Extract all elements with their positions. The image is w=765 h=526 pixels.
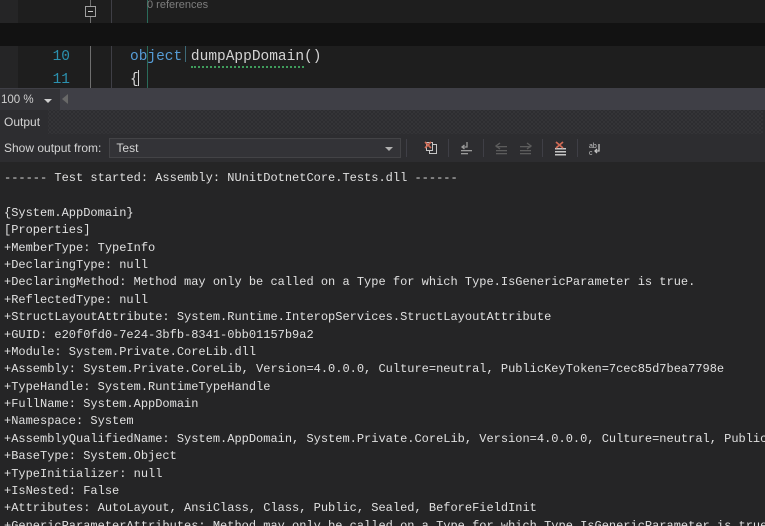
word-wrap-button[interactable]: ab c — [584, 137, 606, 159]
editor-horizontal-scrollbar[interactable]: 100 % — [0, 88, 765, 111]
code-editor[interactable]: 0 references 9 object dumpAppDomain() 10… — [0, 0, 765, 88]
output-line: +ReflectedType: null — [4, 292, 149, 307]
output-line: +FullName: System.AppDomain — [4, 397, 199, 412]
zoom-level-combo[interactable]: 100 % — [0, 89, 61, 111]
svg-text:c: c — [589, 150, 593, 157]
visual-studio-window: 0 references 9 object dumpAppDomain() 10… — [0, 0, 765, 526]
toolbar-separator — [483, 139, 485, 157]
scroll-left-arrow-icon[interactable] — [62, 94, 68, 104]
output-line: +DeclaringMethod: Method may only be cal… — [4, 275, 696, 290]
output-toolbar: Show output from: Test ab c — [0, 134, 765, 162]
outlining-collapse-toggle[interactable] — [85, 6, 96, 17]
output-tab-strip: Output — [0, 110, 765, 134]
panel-drag-gripper[interactable] — [48, 110, 763, 134]
show-output-from-label: Show output from: — [4, 141, 102, 155]
svg-text:ab: ab — [589, 143, 597, 150]
toolbar-separator — [542, 139, 544, 157]
toolbar-separator — [577, 139, 579, 157]
output-line: +Module: System.Private.CoreLib.dll — [4, 344, 257, 359]
toolbar-separator — [406, 139, 408, 157]
output-line: [Properties] — [4, 223, 91, 238]
output-line: +GUID: e20f0fd0-7e24-3bfb-8341-0bb01157b… — [4, 327, 314, 342]
toolbar-separator — [448, 139, 450, 157]
output-line: +GenericParameterAttributes: Method may … — [4, 518, 765, 526]
code-line-12[interactable]: 12 } — [0, 69, 765, 88]
go-to-next-message-icon — [519, 141, 533, 154]
go-to-previous-message-icon — [494, 141, 507, 154]
output-line: {System.AppDomain} — [4, 205, 134, 220]
tab-output[interactable]: Output — [4, 115, 48, 129]
output-line: +TypeHandle: System.RuntimeTypeHandle — [4, 379, 271, 394]
clear-all-icon — [424, 140, 437, 154]
output-line: +BaseType: System.Object — [4, 449, 177, 464]
clear-pane-icon — [554, 140, 566, 155]
output-line: +MemberType: TypeInfo — [4, 240, 156, 255]
output-line: +StructLayoutAttribute: System.Runtime.I… — [4, 310, 552, 325]
output-line: +TypeInitializer: null — [4, 466, 163, 481]
toggle-word-wrap-button[interactable] — [455, 137, 477, 159]
code-line-11[interactable]: 11 return Type.GetType("System.AppDomain… — [0, 46, 765, 88]
go-to-previous-message-button — [490, 137, 512, 159]
output-line: +IsNested: False — [4, 484, 120, 499]
zoom-level-label: 100 % — [1, 94, 34, 106]
chevron-down-icon[interactable] — [44, 99, 52, 103]
output-text-area[interactable]: ------ Test started: Assembly: NUnitDotn… — [0, 162, 765, 526]
output-panel: Output Show output from: Test ab c -----… — [0, 110, 765, 526]
output-source-value: Test — [116, 141, 139, 155]
output-source-select[interactable]: Test — [109, 138, 402, 158]
output-line: ------ Test started: Assembly: NUnitDotn… — [4, 171, 458, 185]
chevron-down-icon[interactable] — [385, 147, 394, 151]
toggle-word-wrap-alt-icon: ab c — [589, 143, 600, 157]
output-line: +DeclaringType: null — [4, 257, 149, 272]
output-line: +Namespace: System — [4, 414, 134, 429]
toggle-word-wrap-icon — [460, 141, 472, 154]
output-line: +Attributes: AutoLayout, AnsiClass, Clas… — [4, 501, 537, 516]
go-to-next-message-button — [514, 137, 536, 159]
clear-all-button[interactable] — [420, 137, 442, 159]
code-text-area[interactable]: 0 references 9 object dumpAppDomain() 10… — [0, 0, 765, 88]
code-line-10[interactable]: 10 { — [0, 23, 765, 88]
clear-pane-button[interactable] — [549, 137, 571, 159]
output-line: +Assembly: System.Private.CoreLib, Versi… — [4, 362, 725, 377]
output-line: +AssemblyQualifiedName: System.AppDomain… — [4, 431, 765, 446]
code-line-9[interactable]: 9 object dumpAppDomain() — [0, 0, 765, 68]
